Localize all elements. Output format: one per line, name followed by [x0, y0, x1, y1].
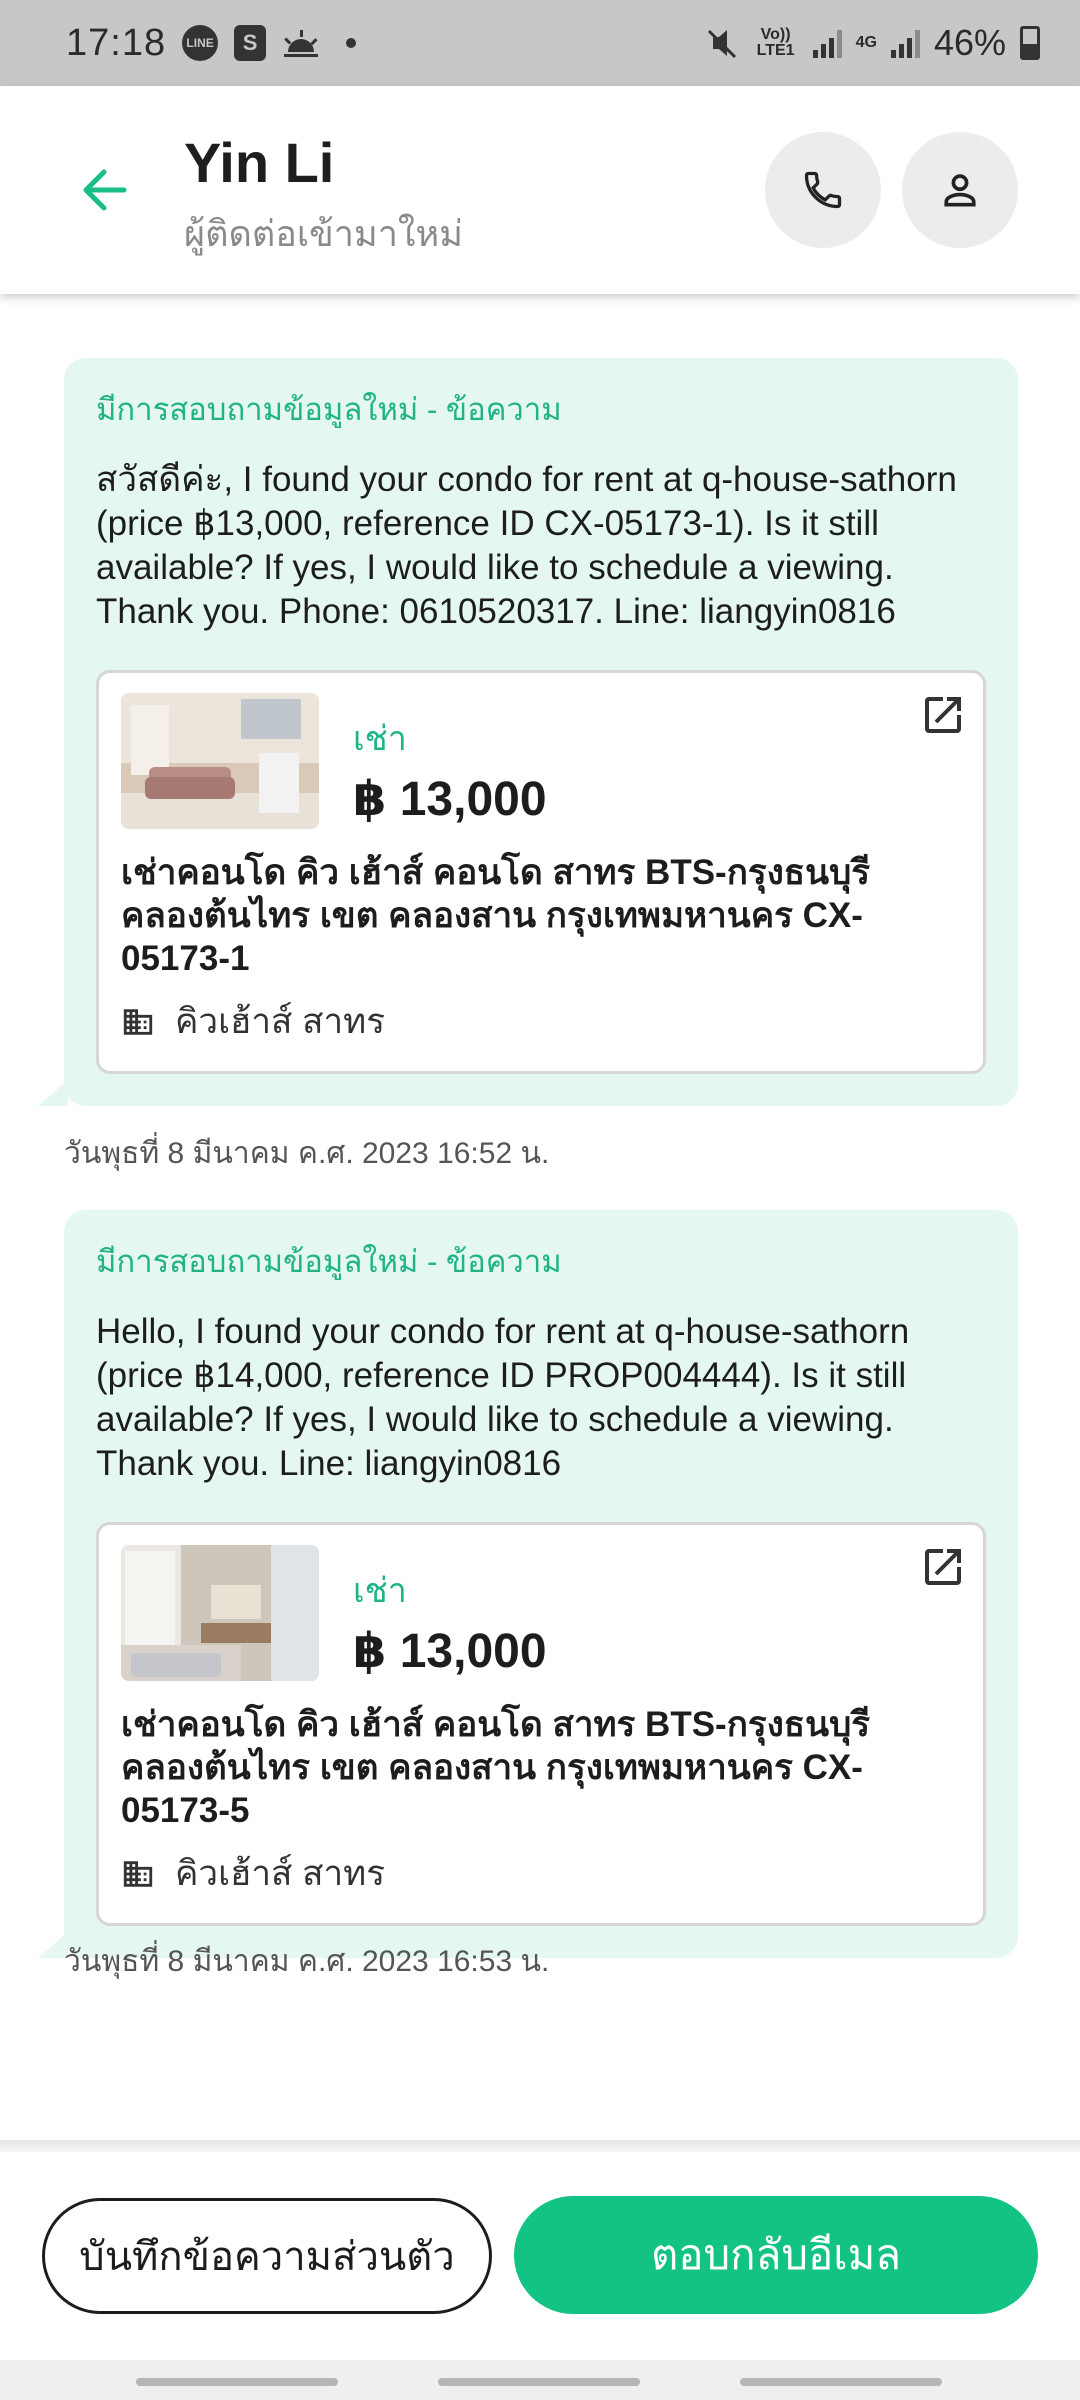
person-icon	[944, 174, 976, 207]
action-bar: บันทึกข้อความส่วนตัว ตอบกลับอีเมล	[0, 2152, 1080, 2360]
status-time: 17:18	[66, 21, 167, 64]
listing-thumbnail	[121, 1545, 319, 1681]
message-bubble: มีการสอบถามข้อมูลใหม่ - ข้อความ สวัสดีค่…	[38, 358, 1018, 1106]
listing-project: คิวเฮ้าส์ สาทร	[175, 1002, 386, 1041]
vibrate-mute-icon	[707, 29, 736, 59]
message-timestamp: วันพุธที่ 8 มีนาคม ค.ศ. 2023 16:53 น.	[64, 1945, 550, 1978]
message-text: Hello, I found your condo for rent at q-…	[96, 1312, 910, 1483]
listing-card[interactable]: เช่า ฿ 13,000 เช่าคอนโด คิว เฮ้าส์ คอนโด…	[96, 1522, 986, 1926]
status-bar: 17:18 LINE S Vo)) LTE1 4G 46%	[0, 0, 1080, 86]
message-bubble: มีการสอบถามข้อมูลใหม่ - ข้อความ Hello, I…	[38, 1210, 1018, 1958]
listing-deal-type: เช่า	[353, 1572, 407, 1610]
call-button[interactable]	[765, 132, 881, 248]
message-label: มีการสอบถามข้อมูลใหม่ - ข้อความ	[96, 392, 562, 427]
listing-title: เช่าคอนโด คิว เฮ้าส์ คอนโด สาทร BTS-กรุง…	[121, 853, 871, 978]
message-label: มีการสอบถามข้อมูลใหม่ - ข้อความ	[96, 1244, 562, 1279]
volte-indicator: Vo)) LTE1	[756, 26, 795, 59]
contact-profile-button[interactable]	[902, 132, 1018, 248]
notification-dot-icon	[346, 38, 357, 48]
arrow-left-icon	[83, 169, 127, 211]
listing-card[interactable]: เช่า ฿ 13,000 เช่าคอนโด คิว เฮ้าส์ คอนโด…	[96, 670, 986, 1074]
bubble-tail	[38, 1080, 68, 1106]
weather-sunrise-icon	[284, 30, 319, 57]
conversation-header: Yin Li ผู้ติดต่อเข้ามาใหม่	[0, 86, 1080, 294]
listing-price: ฿ 13,000	[353, 1625, 547, 1678]
private-note-button[interactable]: บันทึกข้อความส่วนตัว	[42, 2198, 492, 2314]
phone-icon	[804, 171, 842, 209]
message-text: สวัสดีค่ะ, I found your condo for rent a…	[96, 460, 957, 631]
divider	[0, 2140, 1080, 2152]
nav-recents-button[interactable]	[136, 2378, 338, 2386]
battery-icon	[1020, 26, 1040, 60]
building-icon	[123, 1008, 153, 1035]
system-nav-bar	[0, 2360, 1080, 2400]
reply-email-button[interactable]: ตอบกลับอีเมล	[514, 2196, 1038, 2314]
signal-strength-1-icon	[812, 28, 842, 58]
listing-deal-type: เช่า	[353, 720, 407, 758]
contact-title: Yin Li ผู้ติดต่อเข้ามาใหม่	[184, 130, 463, 262]
contact-name: Yin Li	[184, 131, 335, 194]
contact-status: ผู้ติดต่อเข้ามาใหม่	[184, 213, 463, 254]
listing-price: ฿ 13,000	[353, 773, 547, 826]
back-button[interactable]	[72, 158, 136, 222]
line-app-icon: LINE	[182, 25, 219, 61]
building-icon	[123, 1860, 153, 1887]
network-type: 4G	[855, 34, 877, 51]
battery-percent: 46%	[933, 22, 1006, 63]
open-external-icon[interactable]	[919, 1543, 967, 1591]
listing-title: เช่าคอนโด คิว เฮ้าส์ คอนโด สาทร BTS-กรุง…	[121, 1705, 871, 1830]
nav-back-button[interactable]	[740, 2378, 942, 2386]
message-timestamp: วันพุธที่ 8 มีนาคม ค.ศ. 2023 16:52 น.	[64, 1137, 550, 1170]
listing-project: คิวเฮ้าส์ สาทร	[175, 1854, 386, 1893]
signal-strength-2-icon	[890, 28, 920, 58]
shop-app-icon: S	[234, 25, 267, 61]
nav-home-button[interactable]	[438, 2378, 640, 2386]
listing-thumbnail	[121, 693, 319, 829]
open-external-icon[interactable]	[919, 691, 967, 739]
